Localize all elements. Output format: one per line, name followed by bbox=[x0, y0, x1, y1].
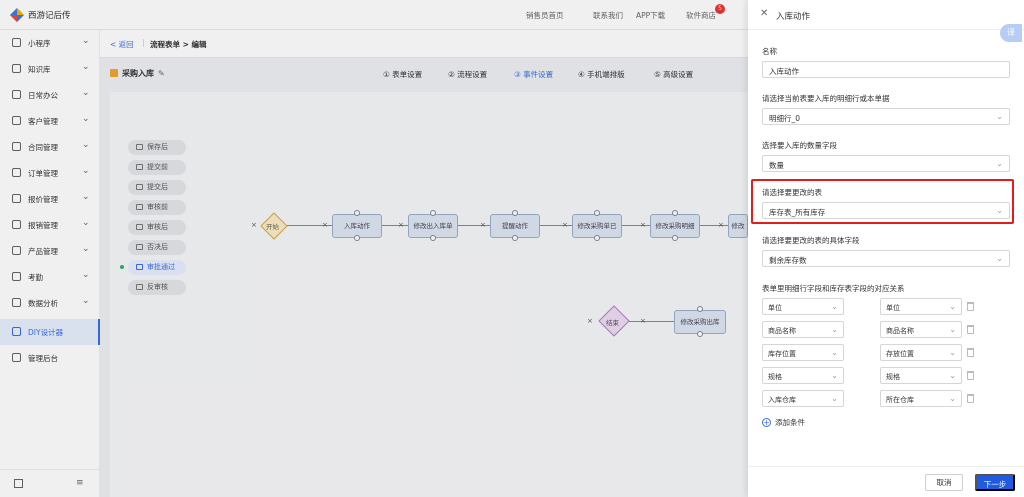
map-target-select[interactable]: 规格 ⌄ bbox=[880, 367, 962, 384]
map-source-value: 入库仓库 bbox=[768, 396, 796, 404]
map-source-select[interactable]: 商品名称 ⌄ bbox=[762, 321, 844, 338]
chevron-down-icon: ⌄ bbox=[831, 302, 838, 311]
drawer-title: 入库动作 bbox=[776, 12, 811, 22]
add-condition-label: 添加条件 bbox=[775, 418, 805, 427]
map-target-select[interactable]: 商品名称 ⌄ bbox=[880, 321, 962, 338]
map-source-select[interactable]: 入库仓库 ⌄ bbox=[762, 390, 844, 407]
name-input-value: 入库动作 bbox=[769, 67, 799, 76]
qty-field-value: 数量 bbox=[769, 161, 784, 170]
modal-mask[interactable] bbox=[0, 0, 748, 497]
row-select-label: 请选择当前表要入库的明细行或本单据 bbox=[762, 94, 890, 103]
qty-field-select[interactable]: 数量 ⌄ bbox=[762, 155, 1010, 172]
map-target-select[interactable]: 所在仓库 ⌄ bbox=[880, 390, 962, 407]
qty-field-label: 选择要入库的数量字段 bbox=[762, 141, 837, 150]
chevron-down-icon: ⌄ bbox=[949, 325, 956, 334]
map-target-value: 所在仓库 bbox=[886, 396, 914, 404]
map-source-value: 规格 bbox=[768, 373, 782, 381]
target-field-label: 请选择要更改的表的具体字段 bbox=[762, 236, 860, 245]
chevron-down-icon: ⌄ bbox=[831, 325, 838, 334]
drawer-header: ✕ 入库动作 bbox=[748, 0, 1024, 30]
name-input[interactable]: 入库动作 bbox=[762, 61, 1010, 78]
map-target-value: 单位 bbox=[886, 304, 900, 312]
map-source-select[interactable]: 库存位置 ⌄ bbox=[762, 344, 844, 361]
trash-icon[interactable] bbox=[967, 348, 974, 357]
chevron-down-icon: ⌄ bbox=[996, 159, 1003, 168]
map-source-value: 单位 bbox=[768, 304, 782, 312]
row-select-value: 明细行_0 bbox=[769, 114, 801, 123]
add-condition-button[interactable]: + 添加条件 bbox=[762, 417, 805, 428]
map-target-value: 商品名称 bbox=[886, 327, 914, 335]
map-target-value: 存放位置 bbox=[886, 350, 914, 358]
map-source-select[interactable]: 规格 ⌄ bbox=[762, 367, 844, 384]
mapping-label: 表单里明细行字段和库存表字段的对应关系 bbox=[762, 284, 905, 293]
cancel-button[interactable]: 取消 bbox=[925, 474, 963, 491]
chevron-down-icon: ⌄ bbox=[949, 394, 956, 403]
trash-icon[interactable] bbox=[967, 394, 974, 403]
map-target-value: 规格 bbox=[886, 373, 900, 381]
target-field-value: 剩余库存数 bbox=[769, 256, 807, 265]
chevron-down-icon: ⌄ bbox=[996, 112, 1003, 121]
target-field-select[interactable]: 剩余库存数 ⌄ bbox=[762, 250, 1010, 267]
translate-button[interactable]: 译 bbox=[1000, 24, 1022, 42]
trash-icon[interactable] bbox=[967, 371, 974, 380]
chevron-down-icon: ⌄ bbox=[949, 302, 956, 311]
map-target-select[interactable]: 存放位置 ⌄ bbox=[880, 344, 962, 361]
plus-circle-icon: + bbox=[762, 418, 771, 427]
map-source-value: 商品名称 bbox=[768, 327, 796, 335]
row-select[interactable]: 明细行_0 ⌄ bbox=[762, 108, 1010, 125]
close-icon[interactable]: ✕ bbox=[760, 8, 768, 19]
chevron-down-icon: ⌄ bbox=[831, 394, 838, 403]
name-label: 名称 bbox=[762, 47, 777, 56]
map-source-select[interactable]: 单位 ⌄ bbox=[762, 298, 844, 315]
trash-icon[interactable] bbox=[967, 302, 974, 311]
chevron-down-icon: ⌄ bbox=[831, 371, 838, 380]
trash-icon[interactable] bbox=[967, 325, 974, 334]
highlight-box bbox=[751, 179, 1014, 224]
chevron-down-icon: ⌄ bbox=[949, 371, 956, 380]
chevron-down-icon: ⌄ bbox=[949, 348, 956, 357]
chevron-down-icon: ⌄ bbox=[996, 254, 1003, 263]
chevron-down-icon: ⌄ bbox=[831, 348, 838, 357]
next-step-button[interactable]: 下一步 bbox=[975, 474, 1015, 491]
map-target-select[interactable]: 单位 ⌄ bbox=[880, 298, 962, 315]
app-root: 西游记后传 销售员首页 联系我们 APP下载 软件商店 5 小程序 ⌄ 知识库 ⌄ … bbox=[0, 0, 1024, 497]
map-source-value: 库存位置 bbox=[768, 350, 796, 358]
